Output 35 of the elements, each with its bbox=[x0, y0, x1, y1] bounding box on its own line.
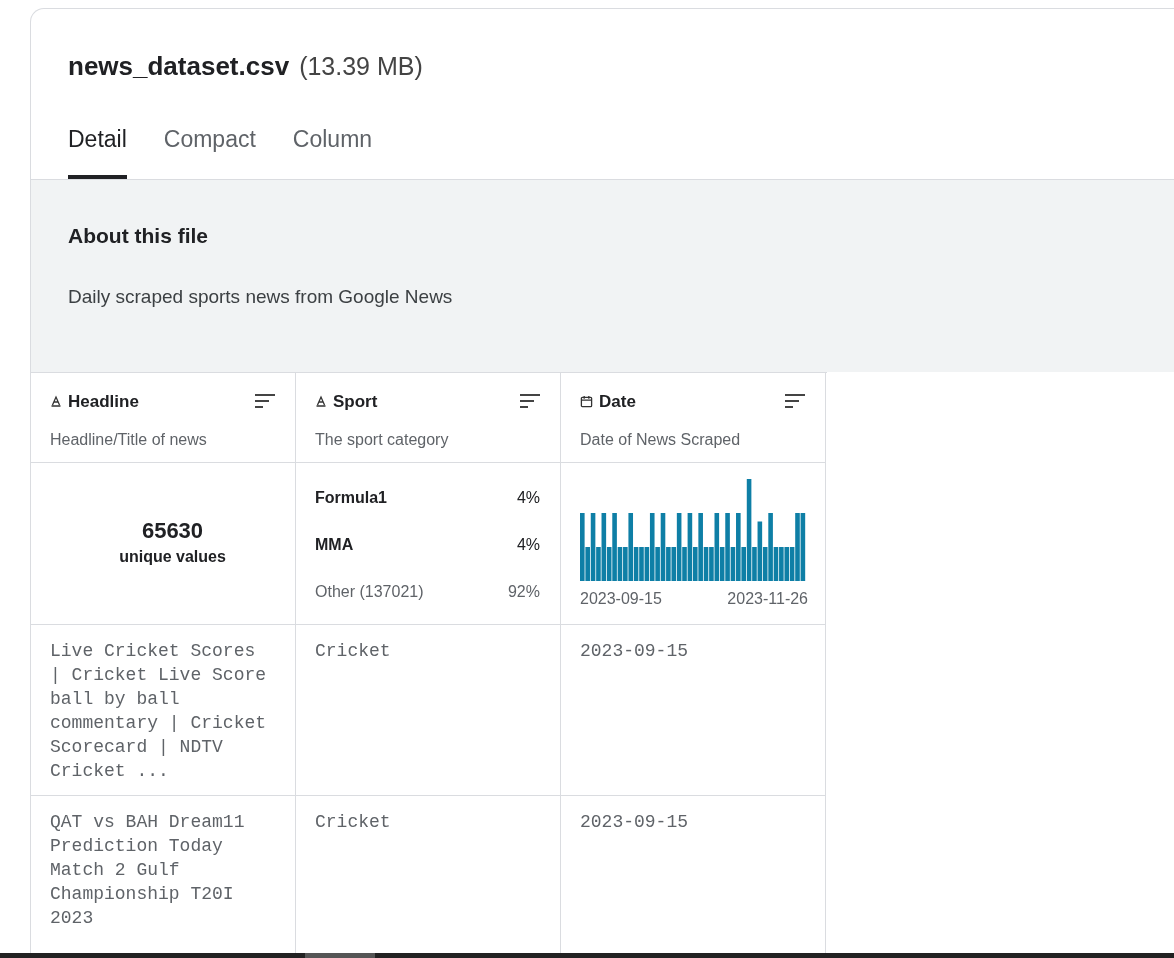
table-cell: QAT vs BAH Dream11 Prediction Today Match 2 Gulf Championship T20I 2023 bbox=[50, 811, 245, 928]
category-label: Other (137021) bbox=[315, 581, 424, 602]
category-label: Formula1 bbox=[315, 487, 387, 508]
about-title: About this file bbox=[68, 222, 209, 249]
table-cell: Cricket bbox=[315, 640, 391, 661]
scrollbar-thumb[interactable] bbox=[305, 953, 375, 958]
sort-icon[interactable] bbox=[784, 393, 806, 410]
column-name: Headline bbox=[68, 390, 139, 413]
calendar-icon bbox=[580, 394, 593, 408]
file-name: news_dataset.csv bbox=[68, 50, 290, 83]
column-description: The sport category bbox=[315, 430, 450, 450]
sort-icon[interactable] bbox=[519, 393, 541, 410]
tab[interactable]: Column bbox=[292, 122, 373, 179]
sort-icon[interactable] bbox=[254, 393, 276, 410]
table-cell: 2023-09-15 bbox=[580, 811, 689, 832]
date-range-start: 2023-09-15 bbox=[580, 588, 662, 609]
table-cell: Cricket bbox=[315, 811, 391, 832]
unique-label: unique values bbox=[119, 547, 226, 567]
date-range-end: 2023-11-26 bbox=[727, 588, 808, 609]
tab[interactable]: Compact bbox=[163, 122, 256, 179]
text-type-icon bbox=[50, 395, 62, 408]
file-size: (13.39 MB) bbox=[299, 51, 423, 82]
column-name: Date bbox=[599, 390, 636, 413]
category-label: MMA bbox=[315, 534, 354, 555]
category-share: 4% bbox=[516, 487, 540, 508]
table-cell: 2023-09-15 bbox=[580, 640, 689, 661]
category-share: 92% bbox=[507, 581, 540, 602]
column-name: Sport bbox=[333, 390, 378, 413]
table-cell: Live Cricket Scores | Cricket Live Score ball by ball commentary | Cricket Scorecard | NDTV Cricket ... bbox=[50, 640, 267, 781]
column-description: Headline/Title of news bbox=[50, 430, 208, 450]
unique-count: 65630 bbox=[141, 517, 204, 545]
about-description: Daily scraped sports news from Google News bbox=[68, 285, 454, 309]
text-type-icon bbox=[315, 395, 327, 408]
column-description: Date of News Scraped bbox=[580, 430, 742, 450]
category-share: 4% bbox=[516, 534, 540, 555]
